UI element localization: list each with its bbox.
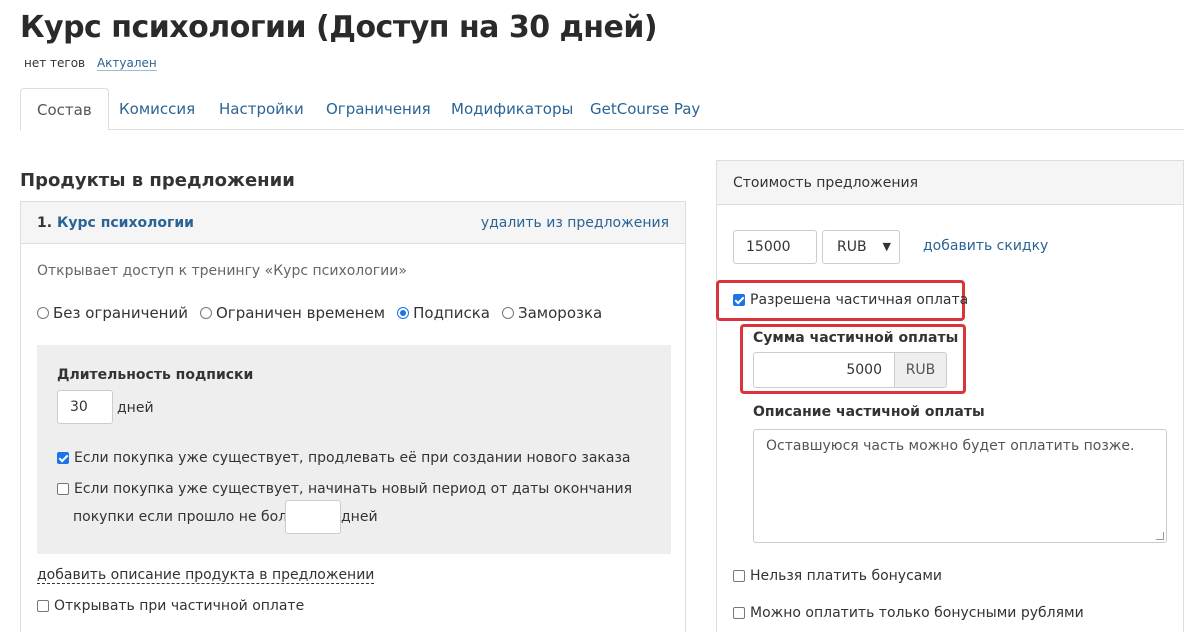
open-on-partial-label: Открывать при частичной оплате <box>54 598 305 614</box>
pricing-panel-title: Стоимость предложения <box>717 161 1183 205</box>
radio-circle[interactable] <box>502 307 514 319</box>
radio-circle-checked[interactable] <box>397 307 410 319</box>
resize-handle-icon[interactable] <box>1156 532 1164 540</box>
tab-modifiers[interactable]: Модификаторы <box>435 88 589 130</box>
new-period-days-input[interactable] <box>285 500 341 534</box>
price-input[interactable]: 15000 <box>733 230 817 264</box>
no-bonus-label: Нельзя платить бонусами <box>750 568 943 584</box>
product-panel: 1. Курс психологии удалить из предложени… <box>20 201 686 632</box>
status-link[interactable]: Актуален <box>96 56 157 71</box>
pricing-panel: Стоимость предложения 15000 RUB ▼ добави… <box>716 160 1184 632</box>
partial-amount-currency: RUB <box>894 352 947 388</box>
radio-unlimited[interactable]: Без ограничений <box>37 304 188 322</box>
extend-purchase-label: Если покупка уже существует, продлевать … <box>74 450 631 466</box>
no-bonus-option[interactable]: Нельзя платить бонусами <box>733 568 942 584</box>
new-period-option[interactable]: Если покупка уже существует, начинать но… <box>57 481 632 497</box>
extend-purchase-checkbox[interactable] <box>57 452 69 464</box>
currency-select-value: RUB <box>837 239 867 255</box>
partial-amount-label: Сумма частичной оплаты <box>753 330 959 346</box>
access-type-radio-group: Без ограничений Ограничен временем Подпи… <box>37 304 602 322</box>
only-bonus-option[interactable]: Можно оплатить только бонусными рублями <box>733 605 1084 621</box>
tags-text: нет тегов <box>24 56 86 70</box>
chevron-down-icon: ▼ <box>882 240 891 253</box>
product-number: 1. <box>37 215 53 231</box>
radio-label: Заморозка <box>518 304 603 322</box>
partial-amount-input[interactable]: 5000 <box>753 352 895 388</box>
tab-composition[interactable]: Состав <box>20 88 109 131</box>
add-product-description-link[interactable]: добавить описание продукта в предложении <box>37 567 375 584</box>
partial-description-text: Оставшуюся часть можно будет оплатить по… <box>766 438 1135 454</box>
product-name-link[interactable]: Курс психологии <box>57 215 194 231</box>
tab-restrictions[interactable]: Ограничения <box>310 88 447 130</box>
partial-description-textarea[interactable]: Оставшуюся часть можно будет оплатить по… <box>753 429 1167 543</box>
product-heading: 1. Курс психологии <box>37 215 194 231</box>
new-period-unit: дней <box>341 509 378 525</box>
page-title: Курс психологии (Доступ на 30 дней) <box>20 10 658 45</box>
currency-select[interactable]: RUB ▼ <box>822 230 900 264</box>
partial-allowed-label: Разрешена частичная оплата <box>750 292 969 308</box>
product-description: Открывает доступ к тренингу «Курс психол… <box>37 263 407 279</box>
partial-allowed-checkbox[interactable] <box>733 294 745 306</box>
subscription-duration-input[interactable]: 30 <box>57 390 113 424</box>
product-header: 1. Курс психологии удалить из предложени… <box>21 202 685 244</box>
no-bonus-checkbox[interactable] <box>733 570 745 582</box>
radio-freeze[interactable]: Заморозка <box>502 304 602 322</box>
open-on-partial-option[interactable]: Открывать при частичной оплате <box>37 598 304 614</box>
extend-purchase-option[interactable]: Если покупка уже существует, продлевать … <box>57 450 631 466</box>
radio-circle[interactable] <box>200 307 212 319</box>
radio-subscription[interactable]: Подписка <box>397 304 490 322</box>
radio-label: Подписка <box>413 304 490 322</box>
duration-unit: дней <box>117 400 154 416</box>
only-bonus-checkbox[interactable] <box>733 607 745 619</box>
radio-label: Ограничен временем <box>216 304 386 322</box>
subscription-duration-label: Длительность подписки <box>57 367 254 383</box>
subscription-settings-box: Длительность подписки 30 дней Если покуп… <box>37 345 671 554</box>
new-period-label-line1: Если покупка уже существует, начинать но… <box>74 481 633 497</box>
partial-allowed-option[interactable]: Разрешена частичная оплата <box>733 292 968 308</box>
only-bonus-label: Можно оплатить только бонусными рублями <box>750 605 1084 621</box>
tab-commission[interactable]: Комиссия <box>103 88 211 130</box>
tab-getcourse-pay[interactable]: GetCourse Pay <box>574 88 716 130</box>
offer-meta: нет тегов Актуален <box>24 56 157 71</box>
products-section-title: Продукты в предложении <box>20 170 295 191</box>
radio-time-limited[interactable]: Ограничен временем <box>200 304 385 322</box>
partial-description-label: Описание частичной оплаты <box>753 404 985 420</box>
new-period-label-line2: покупки если прошло не более <box>73 509 305 525</box>
open-on-partial-checkbox[interactable] <box>37 600 49 612</box>
tab-settings[interactable]: Настройки <box>203 88 320 130</box>
radio-label: Без ограничений <box>53 304 188 322</box>
tab-bar: Состав Комиссия Настройки Ограничения Мо… <box>20 88 1184 131</box>
radio-circle[interactable] <box>37 307 49 319</box>
remove-from-offer-link[interactable]: удалить из предложения <box>481 215 669 231</box>
add-discount-link[interactable]: добавить скидку <box>923 238 1048 254</box>
new-period-checkbox[interactable] <box>57 483 69 495</box>
